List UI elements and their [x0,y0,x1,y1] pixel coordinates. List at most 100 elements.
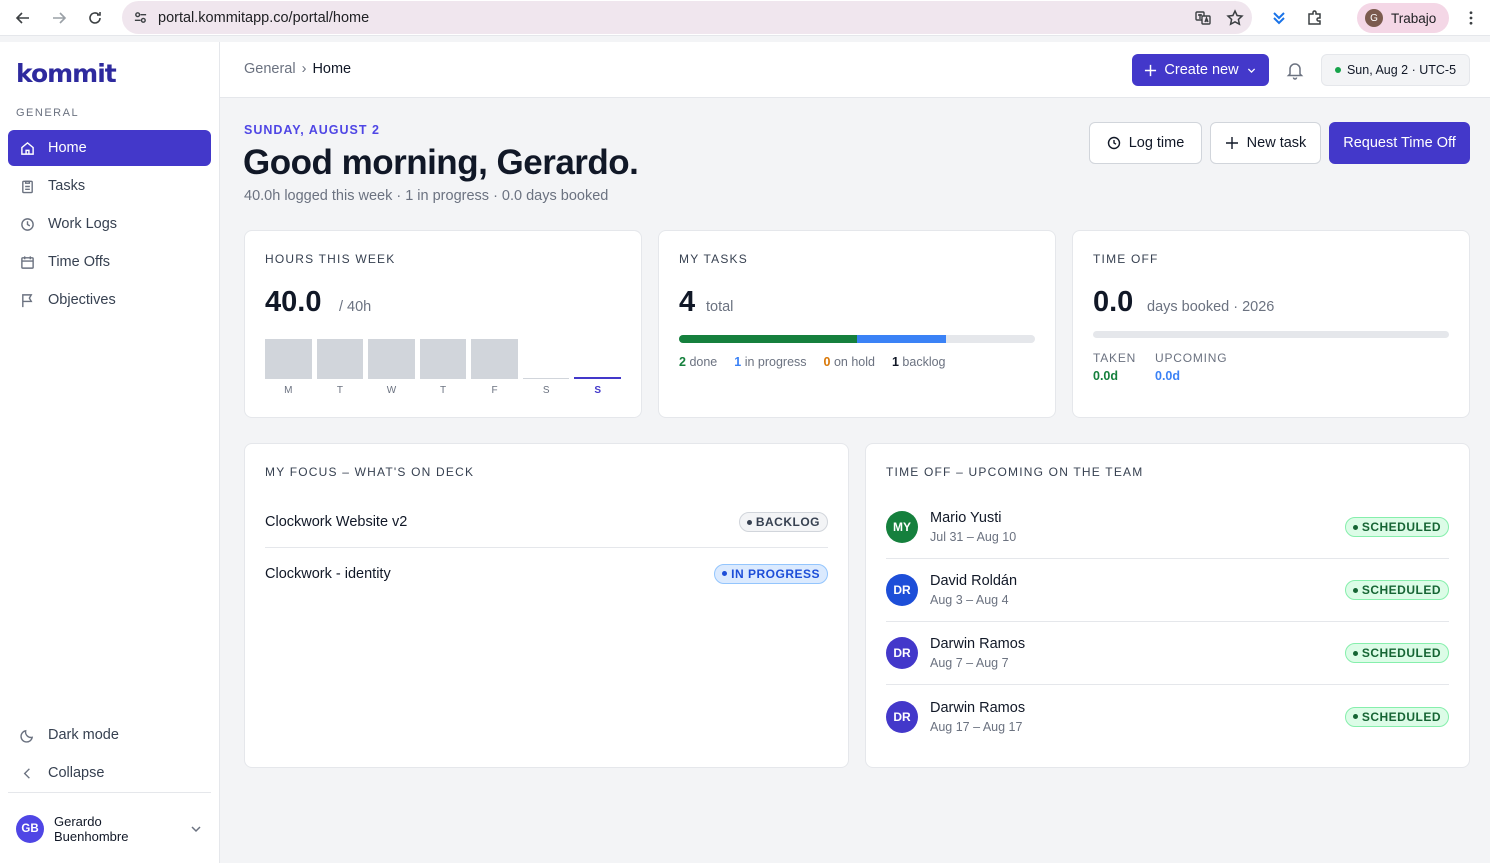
address-bar[interactable]: portal.kommitapp.co/portal/home [122,1,1252,34]
log-time-button[interactable]: Log time [1089,122,1202,164]
user-menu[interactable]: GB Gerardo Buenhombre [8,792,211,863]
new-task-label: New task [1246,135,1307,151]
day-label: T [336,385,343,396]
legend-in-progress: 1 in progress [734,355,806,369]
sidebar-item-label: Work Logs [48,216,118,232]
date-kicker: SUNDAY, AUGUST 2 [244,123,380,137]
legend-done: 2 done [679,355,717,369]
card-title: MY TASKS [679,252,748,266]
translate-icon[interactable] [1194,9,1212,27]
new-task-button[interactable]: New task [1210,122,1321,164]
chevron-down-icon [1247,67,1255,73]
sidebar-nav: Home Tasks Work Logs Time Offs Objective… [8,130,211,320]
avatar: DR [886,574,918,606]
day-label: F [491,385,498,396]
profile-avatar: G [1365,9,1383,27]
plus-icon [1225,137,1238,149]
day-label: S [542,385,550,396]
card-title: TIME OFF [1093,252,1159,266]
status-badge: IN PROGRESS [714,563,828,584]
list-item[interactable]: MY Mario Yusti Jul 31 – Aug 10 SCHEDULED [886,496,1449,559]
list-item[interactable]: Clockwork - identity IN PROGRESS [265,548,828,599]
day-bar [419,339,467,379]
time-off-card: TIME OFF 0.0 days booked · 2026 TAKEN 0.… [1072,230,1470,418]
sidebar-item-objectives[interactable]: Objectives [8,282,211,318]
collapse-button[interactable]: Collapse [8,755,211,791]
badge-label: BACKLOG [755,515,820,529]
status-badge: SCHEDULED [1344,706,1449,727]
my-focus-card: MY FOCUS – WHAT'S ON DECK Clockwork Webs… [244,443,849,768]
tasks-progress-bar [679,335,1035,343]
create-new-button[interactable]: Create new [1132,54,1269,86]
tasks-total-unit: total [706,299,734,315]
status-badge: SCHEDULED [1344,643,1449,663]
avatar: DR [886,637,918,669]
chevron-down-icon [191,825,201,832]
avatar: GB [16,814,44,843]
tasks-legend: 2 done 1 in progress 0 on hold 1 backlog [679,355,946,369]
create-new-label: Create new [1164,62,1239,78]
site-settings-icon[interactable] [122,1,158,34]
home-icon [21,141,34,155]
sidebar-item-time-offs[interactable]: Time Offs [8,244,211,280]
time-off-progress-bar [1093,331,1449,338]
browser-profile-chip[interactable]: G Trabajo [1357,3,1449,33]
my-tasks-card: MY TASKS 4 total 2 done 1 in progress 0 … [658,230,1056,418]
day-bar [471,339,518,379]
week-summary: 40.0h logged this week · 1 in progress ·… [244,188,609,204]
sidebar-item-label: Objectives [48,292,116,308]
list-item[interactable]: DR Darwin Ramos Aug 7 – Aug 7 SCHEDULED [886,622,1449,685]
star-icon[interactable] [1226,8,1244,27]
taken-value: 0.0d [1093,369,1119,383]
tasks-done-segment [679,335,857,343]
reload-icon [89,11,101,24]
browser-toolbar: portal.kommitapp.co/portal/home G Trabaj… [0,0,1490,36]
day-bar [368,339,415,379]
day-bar [574,377,622,379]
day-label: M [284,385,293,396]
card-title: MY FOCUS – WHAT'S ON DECK [265,465,475,479]
date-timezone-chip[interactable]: Sun, Aug 2 · UTC-5 [1321,54,1470,86]
back-button[interactable] [5,0,41,36]
upcoming-value: 0.0d [1155,369,1181,383]
day-label: T [439,385,447,396]
clock-icon [21,217,34,231]
status-badge: BACKLOG [738,512,828,532]
bell-icon[interactable] [1286,60,1304,80]
badge-dot [1352,524,1358,530]
legend-backlog: 1 backlog [892,355,946,369]
breadcrumb-parent[interactable]: General [244,61,296,77]
list-item[interactable]: DR David Roldán Aug 3 – Aug 4 SCHEDULED [886,559,1449,622]
request-time-off-button[interactable]: Request Time Off [1329,122,1470,164]
dark-mode-toggle[interactable]: Dark mode [8,717,211,753]
list-item[interactable]: DR Darwin Ramos Aug 17 – Aug 17 SCHEDULE… [886,685,1449,748]
browser-menu-icon[interactable] [1460,0,1482,36]
puzzle-icon[interactable] [1306,9,1324,27]
time-off-dates: Aug 7 – Aug 7 [930,656,1009,670]
reload-button[interactable] [77,0,113,36]
list-item[interactable]: Clockwork Website v2 BACKLOG [265,497,828,548]
hours-this-week-card: HOURS THIS WEEK 40.0 / 40h M T W T F S S [244,230,642,418]
sidebar-item-home[interactable]: Home [8,130,211,166]
day-label: S [594,385,602,396]
date-chip-label: Sun, Aug 2 · UTC-5 [1346,63,1457,77]
status-badge: SCHEDULED [1344,580,1449,600]
day-bar [316,339,364,379]
done-count: 2 [679,355,686,369]
kommit-logo[interactable]: kommit [16,59,117,88]
on-hold-label: on hold [833,355,875,369]
badge-dot [746,519,752,525]
card-title: HOURS THIS WEEK [265,252,396,266]
badge-label: SCHEDULED [1361,583,1441,597]
tasks-in-progress-segment [857,335,946,343]
backlog-label: backlog [902,355,946,369]
breadcrumb-separator: › [301,61,307,77]
extension-shield-icon[interactable] [1270,9,1288,27]
sidebar-item-tasks[interactable]: Tasks [8,168,211,204]
done-label: done [689,355,718,369]
sidebar-item-label: Tasks [48,178,86,194]
legend-on-hold: 0 on hold [824,355,875,369]
forward-button[interactable] [41,0,77,36]
sidebar-item-label: Home [48,140,87,156]
sidebar-item-work-logs[interactable]: Work Logs [8,206,211,242]
